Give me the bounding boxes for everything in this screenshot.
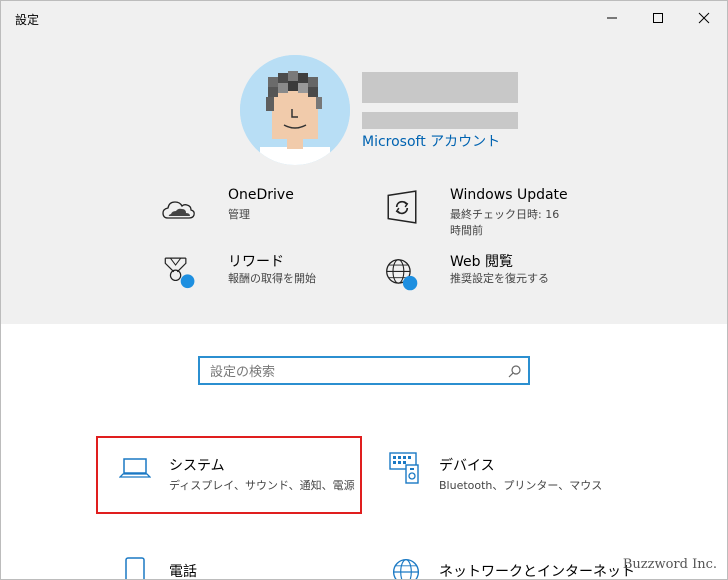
globe-icon — [386, 259, 418, 291]
user-email-redacted — [362, 112, 518, 129]
web-browsing-title: Web 閲覧 — [450, 254, 513, 270]
windows-update-item[interactable]: Windows Update 最終チェック日時: 16 時間前 — [384, 187, 584, 241]
sync-icon — [387, 190, 417, 224]
settings-search-box[interactable] — [198, 356, 530, 385]
avatar — [240, 55, 350, 165]
tile-devices-subtitle: Bluetooth、プリンター、マウス — [439, 479, 603, 492]
tile-devices-title: デバイス — [439, 458, 495, 474]
close-icon — [698, 12, 710, 24]
windows-update-subtitle: 最終チェック日時: 16 時間前 — [450, 208, 560, 237]
rewards-icon — [164, 257, 195, 289]
tile-devices[interactable]: デバイス Bluetooth、プリンター、マウス — [386, 449, 626, 501]
highlight-frame — [96, 436, 362, 514]
rewards-item[interactable]: リワード 報酬の取得を開始 — [161, 251, 361, 297]
tile-phone[interactable]: 電話 — [111, 557, 351, 580]
phone-icon — [125, 557, 145, 579]
rewards-title: リワード — [228, 254, 284, 270]
window-title: 設定 — [15, 13, 40, 27]
windows-update-title: Windows Update — [450, 187, 568, 203]
maximize-button[interactable] — [635, 1, 681, 35]
cloud-icon — [162, 201, 195, 219]
rewards-subtitle: 報酬の取得を開始 — [228, 272, 316, 285]
minimize-icon — [607, 17, 617, 19]
close-button[interactable] — [681, 1, 727, 35]
web-browsing-item[interactable]: Web 閲覧 推奨設定を復元する — [384, 251, 584, 297]
minimize-button[interactable] — [589, 1, 635, 35]
settings-window: 設定 Microsoft アカウント OneDrive 管理 Windows U… — [0, 0, 728, 580]
maximize-icon — [653, 13, 663, 23]
tile-phone-title: 電話 — [169, 564, 197, 580]
search-icon[interactable] — [508, 364, 522, 378]
onedrive-title: OneDrive — [228, 187, 294, 203]
user-name-redacted — [362, 72, 518, 103]
watermark: Buzzword Inc. — [622, 557, 717, 572]
microsoft-account-link[interactable]: Microsoft アカウント — [362, 131, 500, 151]
tile-network[interactable]: ネットワークとインターネット — [386, 557, 635, 579]
web-browsing-subtitle: 推奨設定を復元する — [450, 272, 549, 285]
network-globe-icon — [392, 558, 420, 579]
search-input[interactable] — [208, 362, 502, 382]
onedrive-subtitle: 管理 — [228, 208, 250, 221]
devices-icon — [389, 452, 419, 484]
tile-network-title: ネットワークとインターネット — [439, 564, 635, 580]
title-bar: 設定 — [1, 1, 727, 35]
onedrive-item[interactable]: OneDrive 管理 — [161, 187, 361, 227]
